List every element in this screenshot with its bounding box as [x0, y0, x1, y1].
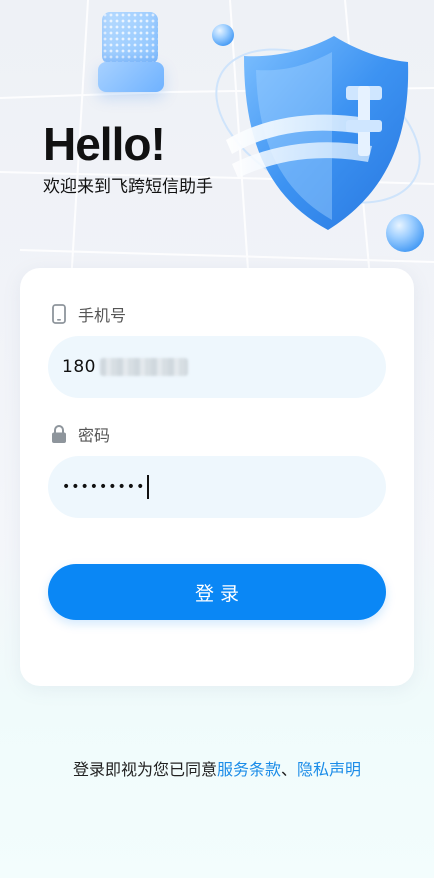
agreement-separator: 、 [281, 760, 298, 779]
cube-base-illustration [98, 62, 164, 92]
terms-of-service-link[interactable]: 服务条款 [217, 760, 281, 779]
phone-icon [50, 303, 68, 325]
password-value: ••••••••• [62, 479, 146, 495]
privacy-policy-link[interactable]: 隐私声明 [297, 760, 361, 779]
phone-input[interactable]: 180 [48, 336, 386, 398]
password-label-text: 密码 [78, 426, 111, 445]
password-input[interactable]: ••••••••• [48, 456, 386, 518]
login-button[interactable]: 登录 [48, 564, 386, 620]
page-title: Hello! [43, 118, 166, 170]
text-caret [147, 475, 149, 499]
password-label: 密码 [50, 422, 110, 446]
phone-value: 180 [62, 357, 96, 377]
cube-illustration [102, 12, 158, 64]
shield-icon [215, 36, 421, 230]
login-card: 手机号 180 密码 ••••••••• 登录 [20, 268, 414, 686]
lock-icon [50, 423, 68, 445]
agreement-prefix: 登录即视为您已同意 [72, 760, 217, 779]
welcome-subtitle: 欢迎来到飞跨短信助手 [43, 177, 213, 197]
phone-label: 手机号 [50, 302, 126, 326]
redacted-digits [99, 358, 188, 376]
agreement-text: 登录即视为您已同意服务条款、隐私声明 [0, 756, 434, 780]
phone-label-text: 手机号 [78, 306, 127, 325]
